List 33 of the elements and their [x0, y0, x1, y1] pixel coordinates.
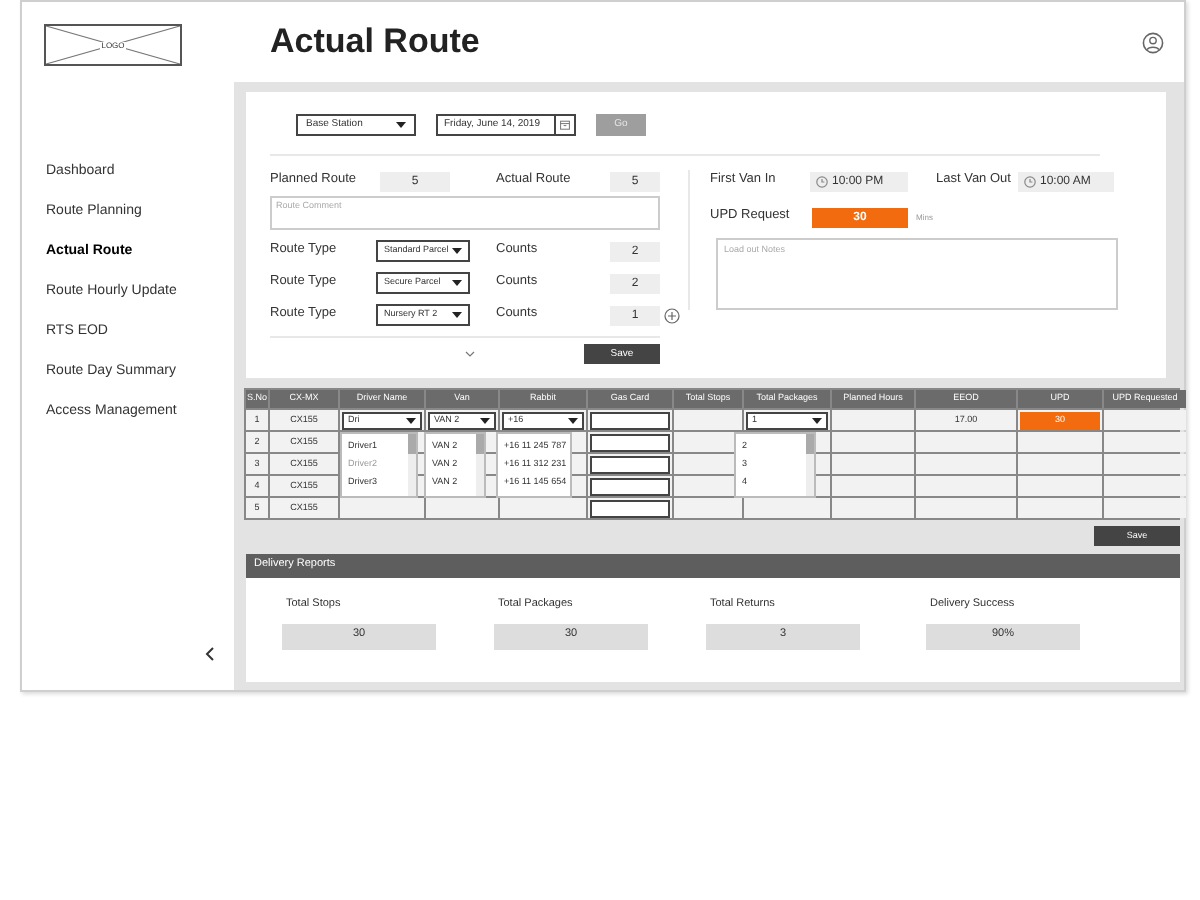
caret-icon: [452, 312, 462, 318]
caret-icon: [406, 417, 416, 423]
caret-icon: [480, 417, 490, 423]
calendar-icon[interactable]: [554, 116, 574, 134]
table-cell: [916, 432, 1016, 452]
table-cell: [744, 498, 830, 518]
table-cell: [1104, 432, 1186, 452]
table-cell: [1104, 498, 1186, 518]
caret-icon: [452, 280, 462, 286]
add-icon[interactable]: [664, 308, 680, 324]
table-cell: [832, 498, 914, 518]
table-cell: [832, 476, 914, 496]
page-title: Actual Route: [270, 23, 480, 61]
table-cell: [832, 432, 914, 452]
chevron-down-icon[interactable]: [464, 350, 476, 358]
user-icon[interactable]: [1142, 31, 1164, 53]
table-cell: [832, 454, 914, 474]
caret-icon: [396, 122, 406, 128]
scrollbar[interactable]: [476, 434, 484, 496]
caret-icon: [452, 248, 462, 254]
caret-icon: [812, 417, 822, 423]
table-cell: [426, 498, 498, 518]
scrollbar[interactable]: [806, 434, 814, 496]
table-cell: [916, 476, 1016, 496]
chevron-left-icon[interactable]: [204, 646, 216, 662]
table-cell: [1104, 454, 1186, 474]
table-cell: [916, 454, 1016, 474]
table-cell: [1104, 476, 1186, 496]
clock-icon: [816, 175, 828, 187]
scrollbar[interactable]: [408, 434, 416, 496]
clock-icon: [1024, 175, 1036, 187]
table-cell: [916, 498, 1016, 518]
caret-icon: [568, 417, 578, 423]
